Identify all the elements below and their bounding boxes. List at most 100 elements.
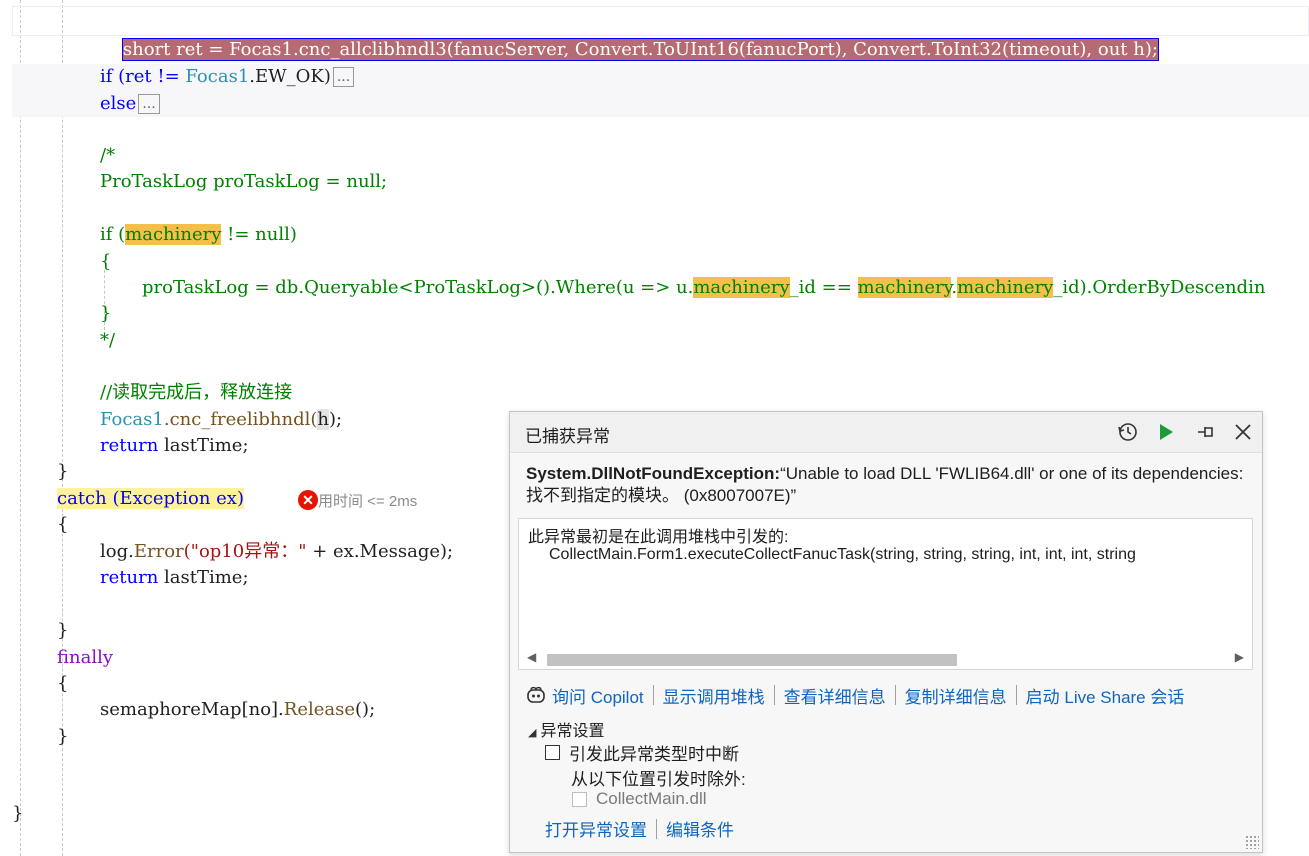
collapsed-region-button[interactable]: ... (332, 67, 355, 87)
copy-details-link[interactable]: 复制详细信息 (905, 683, 1007, 708)
exception-settings-header: 异常设置 (540, 723, 605, 740)
code-text: } (57, 726, 69, 747)
code-line-brace[interactable]: { (57, 671, 68, 697)
code-line-finally[interactable]: finally (57, 645, 113, 671)
code-line-query[interactable]: proTaskLog = db.Queryable<ProTaskLog>().… (142, 275, 1265, 301)
keyword: if (ret != (100, 66, 186, 87)
divider (656, 818, 657, 839)
horizontal-scrollbar[interactable]: ◀ ▶ (519, 647, 1252, 669)
keyword: else (100, 93, 137, 114)
code-text: lastTime; (158, 435, 249, 456)
except-from-label-row: 从以下位置引发时除外: (571, 765, 746, 790)
code-line-protasklog[interactable]: ProTaskLog proTaskLog = null; (100, 169, 387, 195)
code-line-brace[interactable]: { (100, 249, 111, 275)
view-details-link[interactable]: 查看详细信息 (784, 683, 886, 708)
code-line-return[interactable]: return lastTime; (100, 565, 249, 591)
code-line-comment-cn[interactable]: //读取完成后，释放连接 (100, 380, 292, 406)
code-line-log[interactable]: log.Error("op10异常：" + ex.Message); (100, 539, 453, 565)
code-text: semaphoreMap[no]. (100, 699, 284, 720)
code-line-brace[interactable]: } (100, 301, 111, 327)
code-line-brace[interactable]: } (57, 459, 68, 485)
popup-header: 已捕获异常 (510, 412, 1262, 453)
code-text: lastTime; (158, 567, 249, 588)
divider (773, 685, 775, 705)
code-line-release[interactable]: semaphoreMap[no].Release(); (100, 697, 375, 723)
call-stack-box[interactable]: 此异常最初是在此调用堆栈中引发的: CollectMain.Form1.exec… (518, 518, 1253, 670)
highlighted-symbol: machinery (957, 277, 1054, 298)
show-call-stack-link[interactable]: 显示调用堆栈 (663, 683, 765, 708)
error-icon: ✕ (298, 490, 318, 510)
pin-icon[interactable] (1194, 420, 1218, 444)
code-text: h (317, 409, 330, 430)
code-line-else[interactable]: else... (100, 91, 160, 117)
comment: { (100, 251, 112, 272)
comment: Where (555, 277, 616, 298)
code-line-if-machinery[interactable]: if (machinery != null) (100, 222, 297, 248)
comment: */ (100, 330, 116, 351)
scroll-left-icon[interactable]: ◀ (527, 650, 536, 664)
comment: (u => u. (615, 277, 694, 298)
method-name: Release (283, 699, 356, 720)
indent-guide (20, 0, 21, 856)
code-text: { (57, 514, 69, 535)
bottom-links: 打开异常设置 编辑条件 (545, 816, 734, 841)
code-line-return[interactable]: return lastTime; (100, 433, 249, 459)
code-line-brace[interactable]: } (57, 724, 68, 750)
code-line-if-ret[interactable]: if (ret != Focas1.EW_OK)... (100, 64, 355, 90)
module-exclusion-checkbox[interactable] (572, 791, 587, 807)
string-literal: ("op10异常：" (183, 541, 307, 562)
comment: /* (100, 145, 116, 166)
exception-type: System.DllNotFoundException: (526, 464, 781, 483)
module-exclusion-row[interactable]: CollectMain.dll (572, 789, 707, 809)
continue-icon[interactable] (1154, 420, 1178, 444)
copilot-icon (526, 685, 546, 705)
method-name: Error (133, 541, 184, 562)
module-exclusion-label: CollectMain.dll (596, 789, 707, 808)
comment: Queryable (304, 277, 399, 298)
comment: //读取完成后，释放连接 (100, 382, 293, 403)
elapsed-time-badge[interactable]: ✕ 用时间 <= 2ms (298, 488, 417, 512)
code-line-brace[interactable]: } (57, 618, 68, 644)
code-text: } (57, 461, 69, 482)
except-from-label: 从以下位置引发时除外: (571, 770, 746, 789)
popup-title: 已捕获异常 (525, 427, 610, 446)
live-share-link[interactable]: 启动 Live Share 会话 (1026, 683, 1185, 708)
code-line-freelib[interactable]: Focas1.cnc_freelibhndl(h); (100, 407, 342, 433)
keyword: finally (57, 647, 114, 668)
edit-conditions-link[interactable]: 编辑条件 (666, 816, 734, 841)
exception-settings-toggle[interactable]: ◢ 异常设置 (528, 717, 604, 741)
code-line-brace[interactable]: } (12, 801, 23, 827)
collapse-triangle-icon: ◢ (528, 727, 537, 739)
ask-copilot-link[interactable]: 询问 Copilot (552, 683, 644, 708)
comment: _id == (789, 277, 858, 298)
code-text: log. (100, 541, 134, 562)
code-text: .EW_OK) (249, 66, 331, 87)
collapsed-region-button[interactable]: ... (138, 94, 160, 114)
comment: OrderByDescendin (1092, 277, 1266, 298)
method-name: .cnc_freelibhndl( (163, 409, 318, 430)
code-line-brace[interactable]: { (57, 512, 68, 538)
catch-statement: catch (Exception ex) (57, 488, 244, 509)
scrollbar-thumb[interactable] (547, 654, 957, 666)
exception-helper-popup[interactable]: 已捕获异常 System.DllNotFoundException:“Unabl… (509, 411, 1263, 853)
close-icon[interactable] (1231, 420, 1255, 444)
break-when-thrown-row[interactable]: 引发此异常类型时中断 (545, 740, 739, 765)
code-line-comment-open[interactable]: /* (100, 143, 115, 169)
break-when-thrown-checkbox[interactable] (545, 745, 560, 760)
scroll-right-icon[interactable]: ▶ (1235, 650, 1244, 664)
history-icon[interactable] (1116, 420, 1140, 444)
resize-grip-icon[interactable] (1245, 835, 1259, 849)
code-line-catch[interactable]: catch (Exception ex) (57, 486, 244, 512)
code-text: { (57, 673, 69, 694)
divider (1015, 685, 1017, 705)
breakpoint-statement[interactable]: short ret = Focas1.cnc_allclibhndl3(fanu… (100, 11, 1159, 61)
break-when-thrown-label: 引发此异常类型时中断 (569, 745, 739, 764)
highlighted-symbol: machinery (857, 277, 952, 298)
comment: <ProTaskLog>(). (398, 277, 556, 298)
code-line-comment-close[interactable]: */ (100, 328, 115, 354)
comment: ProTaskLog proTaskLog = null; (100, 171, 388, 192)
type-name: Focas1 (100, 409, 164, 430)
open-exception-settings-link[interactable]: 打开异常设置 (545, 816, 647, 841)
stack-label: 此异常最初是在此调用堆栈中引发的: (528, 529, 789, 546)
stack-frame[interactable]: CollectMain.Form1.executeCollectFanucTas… (549, 546, 1136, 564)
